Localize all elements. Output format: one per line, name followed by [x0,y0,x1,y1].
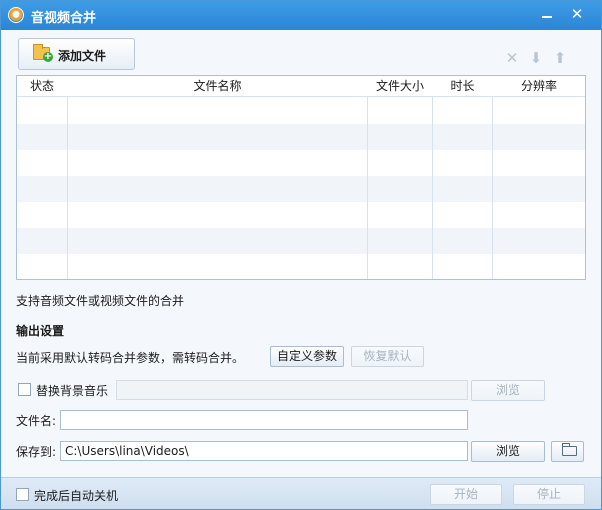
open-folder-button[interactable] [551,441,584,462]
add-file-button[interactable]: + 添加文件 [18,38,135,70]
save-path-input[interactable]: C:\Users\lina\Videos\ [60,441,468,461]
column-divider [367,76,368,279]
column-divider [432,76,433,279]
table-row [17,124,585,150]
column-header-resolution[interactable]: 分辨率 [493,76,585,97]
table-header: 状态 文件名称 文件大小 时长 分辨率 [17,76,585,97]
bgm-path-field[interactable] [116,380,468,400]
auto-shutdown-label: 完成后自动关机 [34,489,119,503]
add-file-label: 添加文件 [58,49,107,63]
column-divider [492,76,493,279]
column-header-filesize[interactable]: 文件大小 [368,76,432,97]
filename-input[interactable] [60,410,468,430]
app-logo-icon [8,7,24,23]
replace-bgm-checkbox[interactable] [18,383,31,396]
stop-button[interactable]: 停止 [513,484,585,505]
table-row [17,150,585,176]
table-body[interactable] [17,98,585,279]
move-down-icon[interactable]: ⬇ [528,50,544,66]
save-to-label: 保存到: [16,445,57,459]
window-title: 音视频合并 [31,11,97,26]
filename-label: 文件名: [16,414,57,428]
supported-formats-hint: 支持音频文件或视频文件的合并 [16,294,185,308]
bgm-browse-button[interactable]: 浏览 [471,380,545,401]
open-folder-icon [562,443,577,456]
table-row [17,202,585,228]
close-button[interactable]: ✕ [563,3,591,25]
table-row [17,228,585,254]
column-header-duration[interactable]: 时长 [433,76,492,97]
column-header-status[interactable]: 状态 [17,76,67,97]
table-row [17,254,585,279]
replace-bgm-label: 替换背景音乐 [36,384,109,398]
restore-default-button[interactable]: 恢复默认 [351,346,424,367]
file-list-table[interactable]: 状态 文件名称 文件大小 时长 分辨率 [16,75,586,280]
plus-icon: + [43,51,53,62]
auto-shutdown-checkbox[interactable] [16,488,29,501]
table-row [17,98,585,124]
move-up-icon[interactable]: ⬆ [552,50,568,66]
custom-params-button[interactable]: 自定义参数 [270,346,344,367]
table-row [17,176,585,202]
delete-icon[interactable]: ✕ [504,50,520,66]
param-status-text: 当前采用默认转码合并参数，需转码合并。 [16,351,245,365]
column-divider [67,76,68,279]
minimize-button[interactable] [533,3,561,25]
merge-window: 音视频合并 ✕ + 添加文件 ✕ ⬇ ⬆ 状态 文件名称 文件大小 时长 分辨率 [0,0,602,510]
start-button[interactable]: 开始 [430,484,502,505]
title-bar[interactable]: 音视频合并 ✕ [1,1,601,30]
bottom-bar: 完成后自动关机 开始 停止 [1,477,601,509]
output-settings-title: 输出设置 [16,324,65,338]
column-header-filename[interactable]: 文件名称 [68,76,367,97]
save-browse-button[interactable]: 浏览 [471,441,545,462]
